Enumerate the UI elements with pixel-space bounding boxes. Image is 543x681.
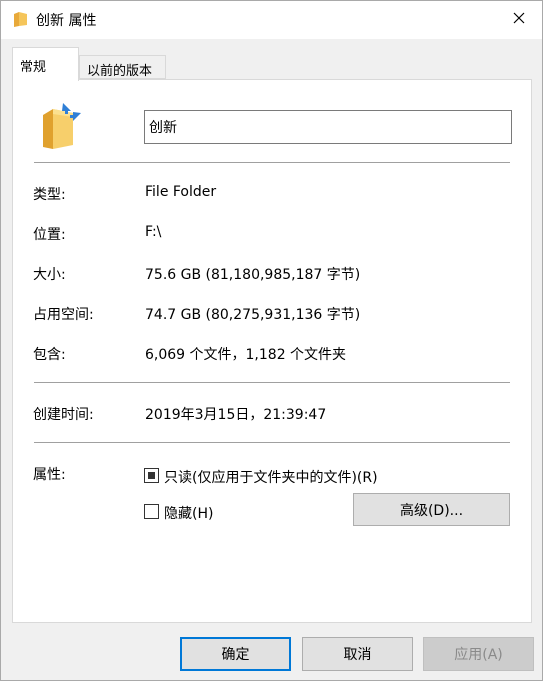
folder-name-input[interactable] [144, 110, 512, 144]
close-icon [513, 12, 525, 28]
created-value: 2019年3月15日，21:39:47 [145, 407, 327, 423]
advanced-button-label: 高级(D)... [399, 502, 464, 519]
ok-button-label: 确定 [221, 647, 250, 663]
folder-shortcut-icon [39, 101, 85, 151]
type-label: 类型: [33, 187, 66, 203]
apply-button[interactable]: 应用(A) [423, 637, 534, 671]
title-bar: 创新 属性 [1, 1, 542, 39]
ok-button[interactable]: 确定 [180, 637, 291, 671]
hidden-label: 隐藏(H) [164, 506, 214, 522]
created-label: 创建时间: [33, 407, 94, 423]
contains-label: 包含: [33, 347, 66, 363]
attributes-label: 属性: [33, 467, 66, 483]
size-value: 75.6 GB (81,180,985,187 字节) [145, 267, 361, 283]
window-title: 创新 属性 [36, 13, 97, 29]
location-label: 位置: [33, 227, 66, 243]
tab-label: 常规 [20, 60, 47, 75]
close-button[interactable] [496, 1, 542, 39]
divider [34, 162, 510, 163]
advanced-button[interactable]: 高级(D)... [353, 493, 510, 526]
cancel-button[interactable]: 取消 [302, 637, 413, 671]
divider [34, 382, 510, 383]
cancel-button-label: 取消 [343, 647, 372, 663]
folder-icon [12, 10, 30, 28]
contains-value: 6,069 个文件，1,182 个文件夹 [145, 347, 347, 363]
size-on-disk-label: 占用空间: [33, 307, 94, 323]
divider [34, 442, 510, 443]
size-on-disk-value: 74.7 GB (80,275,931,136 字节) [145, 307, 361, 323]
tab-previous-versions[interactable]: 以前的版本 [79, 55, 166, 79]
readonly-label: 只读(仅应用于文件夹中的文件)(R) [164, 470, 378, 486]
tab-label: 以前的版本 [87, 64, 153, 79]
readonly-checkbox[interactable] [144, 468, 159, 483]
type-value: File Folder [145, 184, 217, 200]
apply-button-label: 应用(A) [454, 647, 503, 663]
hidden-checkbox[interactable] [144, 504, 159, 519]
general-panel: 类型: File Folder 位置: F:\ 大小: 75.6 GB (81,… [12, 79, 532, 623]
size-label: 大小: [33, 267, 66, 283]
tab-general[interactable]: 常规 [12, 47, 79, 81]
location-value: F:\ [145, 224, 162, 240]
properties-dialog: 创新 属性 常规 以前的版本 创新 类型: File Folder 位置: F:… [0, 0, 543, 681]
